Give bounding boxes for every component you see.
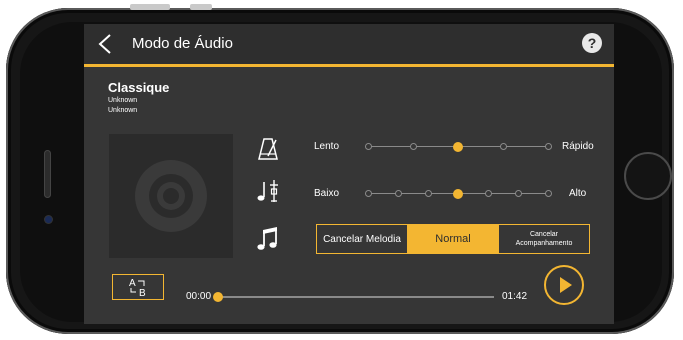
earpiece-speaker	[44, 150, 51, 198]
ab-repeat-button[interactable]: A B	[112, 274, 164, 300]
cancel-accompaniment-button[interactable]: Cancelar Acompanhamento	[499, 225, 589, 253]
key-left-label: Baixo	[314, 188, 340, 199]
key-slider-stop[interactable]	[544, 190, 552, 197]
app-screen: Modo de Áudio ? Classique Unknown Unknow…	[84, 24, 614, 324]
normal-button[interactable]: Normal	[408, 225, 499, 253]
key-right-label: Alto	[569, 188, 587, 199]
key-slider-stop[interactable]	[364, 190, 372, 197]
app-header: Modo de Áudio ?	[84, 24, 614, 67]
progress-thumb[interactable]	[213, 292, 223, 302]
song-album: Unknown	[108, 107, 138, 114]
svg-text:B: B	[139, 288, 146, 299]
key-slider-stop[interactable]	[453, 188, 463, 199]
mute-switch	[190, 4, 212, 10]
ab-repeat-icon: A B	[129, 278, 146, 299]
current-time: 00:00	[186, 291, 212, 302]
music-note-icon	[257, 227, 277, 250]
chevron-left-icon[interactable]	[97, 33, 113, 55]
key-slider-stop[interactable]	[424, 190, 432, 197]
part-selector: Cancelar Melodia Normal Cancelar Acompan…	[316, 224, 590, 254]
tempo-left-label: Lento	[314, 141, 340, 152]
key-transpose-icon	[257, 180, 278, 202]
front-camera	[45, 216, 52, 223]
cancel-melody-button[interactable]: Cancelar Melodia	[317, 225, 408, 253]
key-slider-stop[interactable]	[514, 190, 522, 197]
disc-icon	[135, 160, 207, 232]
song-artist: Unknown	[108, 97, 138, 104]
song-title: Classique	[108, 80, 170, 95]
progress-bar[interactable]	[213, 292, 494, 302]
svg-text:A: A	[129, 278, 136, 289]
key-slider-stop[interactable]	[394, 190, 402, 197]
tempo-slider-stop[interactable]	[499, 143, 507, 150]
play-icon	[560, 277, 572, 293]
key-slider-stop[interactable]	[484, 190, 492, 197]
tempo-slider-stop[interactable]	[544, 143, 552, 150]
metronome-icon	[258, 138, 278, 160]
tempo-slider-stop[interactable]	[364, 143, 372, 150]
album-art	[109, 134, 233, 258]
total-time: 01:42	[502, 291, 528, 302]
play-button[interactable]	[544, 265, 584, 305]
tempo-right-label: Rápido	[562, 141, 594, 152]
help-icon[interactable]: ?	[582, 33, 602, 53]
tempo-slider-stop[interactable]	[453, 141, 463, 152]
volume-button	[130, 4, 170, 10]
tempo-slider-stop[interactable]	[409, 143, 417, 150]
home-button[interactable]	[624, 152, 672, 200]
page-title: Modo de Áudio	[132, 35, 233, 52]
